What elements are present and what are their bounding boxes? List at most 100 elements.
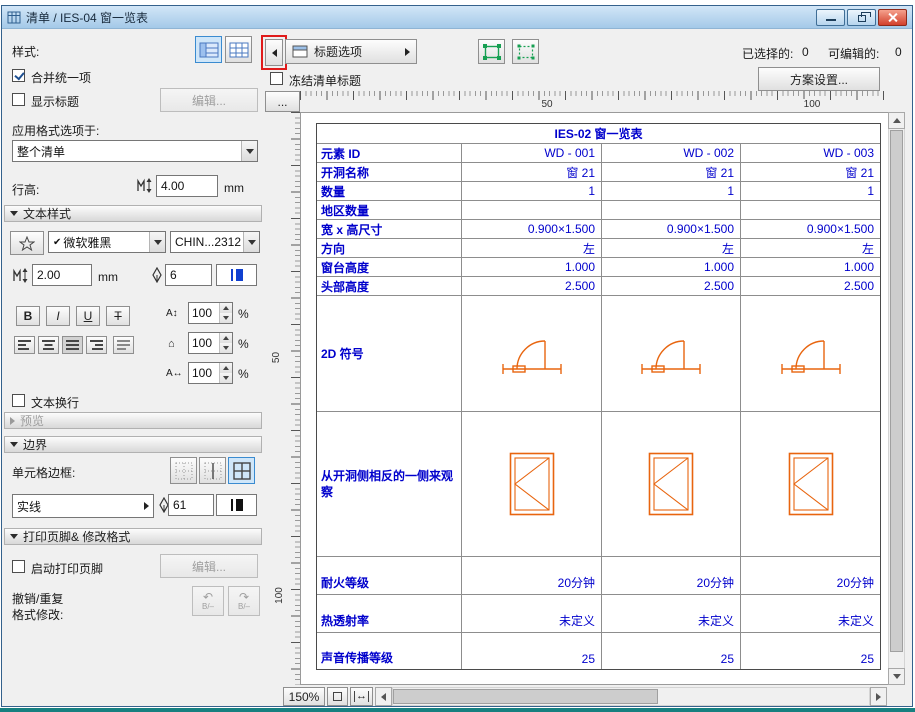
merge-uniform-checkbox[interactable]: [12, 69, 25, 82]
row-label[interactable]: 开洞名称: [317, 163, 462, 182]
print-footer-checkbox[interactable]: [12, 560, 25, 573]
align-distribute-button[interactable]: [113, 336, 134, 354]
row-label[interactable]: 耐火等级: [317, 557, 462, 595]
row-height-input[interactable]: 4.00: [156, 175, 218, 197]
align-right-button[interactable]: [86, 336, 107, 354]
row-label[interactable]: 地区数量: [317, 201, 462, 220]
fit-view-button[interactable]: [327, 687, 348, 706]
cell-value[interactable]: 2.500: [741, 277, 880, 296]
scroll-right-button[interactable]: [870, 687, 887, 706]
zoom-level-button[interactable]: 150%: [283, 687, 325, 706]
restore-button[interactable]: [847, 8, 876, 26]
cell-value[interactable]: 20分钟: [741, 557, 880, 595]
cell-value[interactable]: 窗 21: [741, 163, 880, 182]
favorite-style-button[interactable]: [10, 231, 44, 255]
cell-value[interactable]: 2.500: [602, 277, 741, 296]
select-region-button[interactable]: [478, 39, 505, 64]
style-merged-button[interactable]: [195, 36, 222, 63]
line-type-select[interactable]: 实线: [12, 494, 154, 518]
scroll-up-button[interactable]: [888, 112, 905, 129]
bold-button[interactable]: B: [16, 306, 40, 326]
row-label[interactable]: 数量: [317, 182, 462, 201]
strikethrough-button[interactable]: T: [106, 306, 130, 326]
text-wrap-checkbox[interactable]: [12, 394, 25, 407]
cell-value[interactable]: 1: [462, 182, 602, 201]
font-family-select[interactable]: ✔ 微软雅黑: [48, 231, 166, 253]
border-none-button[interactable]: [170, 457, 197, 484]
row-label[interactable]: 元素 ID: [317, 144, 462, 163]
section-text-style[interactable]: 文本样式: [4, 205, 262, 222]
cell-value[interactable]: 2.500: [462, 277, 602, 296]
row-label[interactable]: 2D 符号: [317, 296, 462, 412]
ruler-options-button[interactable]: ...: [265, 91, 300, 112]
cell-value[interactable]: 1.000: [741, 258, 880, 277]
cell-value[interactable]: 1: [741, 182, 880, 201]
freeze-header-checkbox[interactable]: [270, 72, 283, 85]
row-label[interactable]: 方向: [317, 239, 462, 258]
cell-value[interactable]: 0.900×1.500: [462, 220, 602, 239]
border-all-button[interactable]: [228, 457, 255, 484]
cell-value[interactable]: WD - 001: [462, 144, 602, 163]
style-grid-button[interactable]: [225, 36, 252, 63]
cell-value[interactable]: 25: [462, 633, 602, 669]
align-left-button[interactable]: [14, 336, 35, 354]
text-pen-color-button[interactable]: [216, 264, 257, 286]
cell-value[interactable]: 25: [602, 633, 741, 669]
horizontal-scrollbar[interactable]: [392, 687, 870, 706]
cell-value[interactable]: WD - 002: [602, 144, 741, 163]
width-factor-stepper[interactable]: 100: [188, 332, 233, 354]
plan-symbol-cell[interactable]: [741, 296, 880, 412]
scheme-settings-button[interactable]: 方案设置...: [758, 67, 880, 91]
apply-format-select[interactable]: 整个清单: [12, 140, 258, 162]
row-label[interactable]: 头部高度: [317, 277, 462, 296]
line-spacing-stepper[interactable]: 100: [188, 302, 233, 324]
cell-value[interactable]: 1: [602, 182, 741, 201]
row-label[interactable]: 热透射率: [317, 595, 462, 633]
elevation-symbol-cell[interactable]: [602, 412, 741, 557]
cell-value[interactable]: WD - 003: [741, 144, 880, 163]
schedule-canvas[interactable]: IES-02 窗一览表 元素 ID WD - 001 WD - 002 WD -…: [300, 112, 888, 685]
stepper-arrows-icon[interactable]: [219, 303, 232, 323]
cell-value[interactable]: 1.000: [462, 258, 602, 277]
plan-symbol-cell[interactable]: [602, 296, 741, 412]
vertical-scrollbar[interactable]: [888, 112, 905, 685]
undo-format-button[interactable]: ↶ B/–: [192, 586, 224, 616]
select-elements-button[interactable]: [512, 39, 539, 64]
cell-value[interactable]: [462, 201, 602, 220]
close-button[interactable]: [878, 8, 907, 26]
header-options-button[interactable]: 标题选项: [285, 39, 417, 64]
text-pen-input[interactable]: 6: [165, 264, 212, 286]
font-size-input[interactable]: 2.00: [32, 264, 92, 286]
row-label[interactable]: 从开洞侧相反的一侧来观察: [317, 412, 462, 557]
font-encoding-select[interactable]: CHIN...2312: [170, 231, 260, 253]
cell-value[interactable]: 左: [741, 239, 880, 258]
cell-value[interactable]: 左: [462, 239, 602, 258]
cell-value[interactable]: [741, 201, 880, 220]
cell-value[interactable]: 0.900×1.500: [741, 220, 880, 239]
vertical-scroll-thumb[interactable]: [890, 130, 903, 652]
elevation-symbol-cell[interactable]: [741, 412, 880, 557]
cell-value[interactable]: 未定义: [462, 595, 602, 633]
cell-value[interactable]: 左: [602, 239, 741, 258]
char-spacing-stepper[interactable]: 100: [188, 362, 233, 384]
cell-value[interactable]: 窗 21: [462, 163, 602, 182]
row-label[interactable]: 宽 x 高尺寸: [317, 220, 462, 239]
cell-value[interactable]: 25: [741, 633, 880, 669]
cell-value[interactable]: [602, 201, 741, 220]
align-center-button[interactable]: [38, 336, 59, 354]
section-preview[interactable]: 预览: [4, 412, 262, 429]
plan-symbol-cell[interactable]: [462, 296, 602, 412]
cell-value[interactable]: 0.900×1.500: [602, 220, 741, 239]
stepper-arrows-icon[interactable]: [219, 333, 232, 353]
edit-headline-button[interactable]: 编辑...: [160, 88, 258, 112]
underline-button[interactable]: U: [76, 306, 100, 326]
edit-footer-button[interactable]: 编辑...: [160, 554, 258, 578]
cell-value[interactable]: 窗 21: [602, 163, 741, 182]
cell-value[interactable]: 20分钟: [462, 557, 602, 595]
italic-button[interactable]: I: [46, 306, 70, 326]
fit-width-button[interactable]: ↔: [350, 687, 373, 706]
scroll-down-button[interactable]: [888, 668, 905, 685]
section-border[interactable]: 边界: [4, 436, 262, 453]
redo-format-button[interactable]: ↷ B/–: [228, 586, 260, 616]
scroll-left-button[interactable]: [375, 687, 392, 706]
